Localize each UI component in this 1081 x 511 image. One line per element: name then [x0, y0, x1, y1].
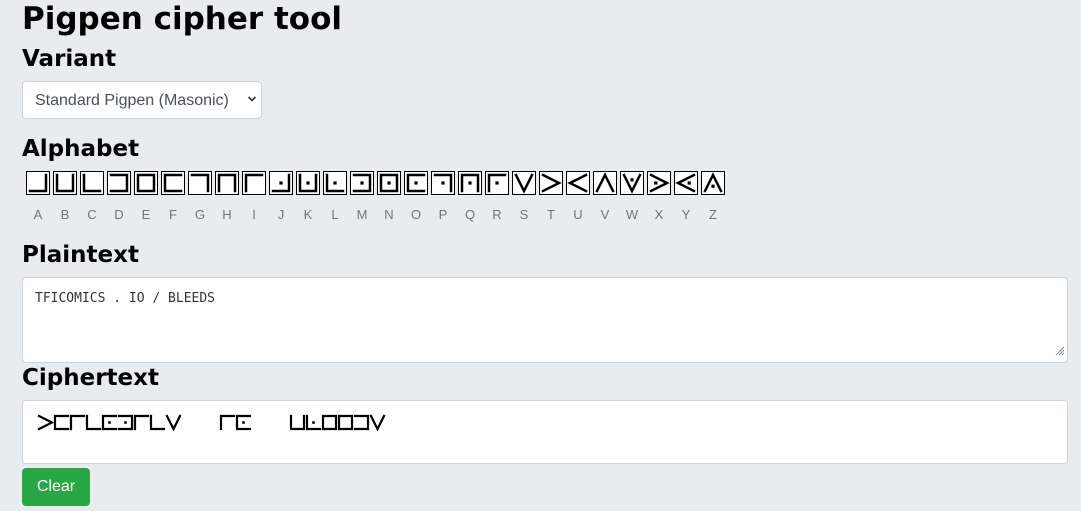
alphabet-glyph-d [107, 171, 131, 195]
alphabet-glyph-y [674, 171, 698, 195]
alphabet-letter-j: J [277, 207, 285, 222]
alphabet-letter-o: O [410, 207, 422, 222]
cipher-glyph-s [369, 414, 386, 432]
alphabet-glyph-f [161, 171, 185, 195]
cipher-glyph-o [101, 414, 118, 431]
cipher-glyph-e [321, 414, 338, 431]
alphabet-letter-e: E [141, 207, 151, 222]
alphabet-letter-t: T [547, 207, 555, 222]
alphabet-glyph-r [485, 171, 509, 195]
alphabet-glyph-p [431, 171, 455, 195]
alphabet-glyph-x [647, 171, 671, 195]
cipher-glyph-e [337, 414, 354, 431]
alphabet-glyph-k [296, 171, 320, 195]
cipher-glyph-i [69, 414, 86, 431]
cipher-glyph-t [37, 414, 55, 431]
variant-select[interactable]: Standard Pigpen (Masonic) [22, 81, 262, 119]
cipher-glyph-l [305, 414, 322, 431]
alphabet-glyph-b [53, 171, 77, 195]
ciphertext-heading: Ciphertext [22, 365, 159, 391]
page: Pigpen cipher tool Variant Standard Pigp… [0, 0, 1081, 511]
alphabet-letter-h: H [222, 207, 232, 222]
alphabet-letter-w: W [625, 207, 639, 222]
page-title: Pigpen cipher tool [22, 1, 343, 37]
alphabet-glyph-z [701, 171, 725, 195]
alphabet-letter-p: P [438, 207, 448, 222]
alphabet-glyph-o [404, 171, 428, 195]
alphabet-glyph-s [512, 171, 536, 195]
alphabet-glyph-l [323, 171, 347, 195]
alphabet-letter-z: Z [709, 207, 717, 222]
alphabet-glyph-g [188, 171, 212, 195]
cipher-glyph-f [53, 414, 70, 431]
alphabet-letter-u: U [573, 207, 583, 222]
alphabet-letter-f: F [169, 207, 177, 222]
alphabet-glyph-j [269, 171, 293, 195]
alphabet-glyph-m [350, 171, 374, 195]
alphabet-letter-v: V [600, 207, 610, 222]
cipher-glyph-c [149, 414, 166, 431]
alphabet-letter-m: M [356, 207, 368, 222]
ciphertext-output [22, 400, 1068, 464]
alphabet-letter-q: Q [464, 207, 476, 222]
alphabet-glyph-q [458, 171, 482, 195]
variant-heading: Variant [22, 46, 117, 72]
cipher-glyph-i [219, 414, 236, 431]
resize-grip-icon[interactable] [1053, 341, 1065, 360]
alphabet-heading: Alphabet [22, 136, 140, 162]
alphabet-letter-y: Y [681, 207, 691, 222]
alphabet-glyph-w [620, 171, 644, 195]
alphabet-letter-n: N [384, 207, 394, 222]
alphabet-glyph-n [377, 171, 401, 195]
alphabet-glyph-a [26, 171, 50, 195]
alphabet-letter-g: G [194, 207, 206, 222]
cipher-glyph-m [117, 414, 134, 431]
alphabet-letter-c: C [87, 207, 97, 222]
cipher-glyph-o [235, 414, 252, 431]
plaintext-input[interactable]: TFICOMICS . IO / BLEEDS [22, 277, 1068, 363]
cipher-glyph-d [353, 414, 370, 431]
plaintext-heading: Plaintext [22, 242, 139, 268]
alphabet-letter-k: K [303, 207, 313, 222]
alphabet-glyph-u [566, 171, 590, 195]
alphabet-glyph-e [134, 171, 158, 195]
cipher-glyph-i [133, 414, 150, 431]
alphabet-letter-i: I [252, 207, 256, 222]
alphabet-letter-d: D [114, 207, 124, 222]
alphabet-letter-s: S [519, 207, 529, 222]
alphabet-glyph-v [593, 171, 617, 195]
cipher-glyph-s [165, 414, 182, 432]
alphabet-letter-b: B [60, 207, 70, 222]
alphabet-glyph-c [80, 171, 104, 195]
cipher-glyph-b [289, 414, 306, 431]
alphabet-glyph-t [539, 171, 563, 195]
cipher-glyph-c [85, 414, 102, 431]
chevron-down-icon [247, 92, 257, 106]
alphabet-letter-a: A [33, 207, 43, 222]
alphabet-glyph-i [242, 171, 266, 195]
ciphertext-glyphs [37, 414, 386, 432]
alphabet-letter-l: L [331, 207, 339, 222]
variant-selected-value: Standard Pigpen (Masonic) [35, 92, 229, 109]
alphabet-letter-r: R [492, 207, 502, 222]
alphabet-letter-x: X [654, 207, 664, 222]
plaintext-value: TFICOMICS . IO / BLEEDS [35, 291, 216, 306]
alphabet-glyph-h [215, 171, 239, 195]
clear-button[interactable]: Clear [22, 468, 90, 506]
